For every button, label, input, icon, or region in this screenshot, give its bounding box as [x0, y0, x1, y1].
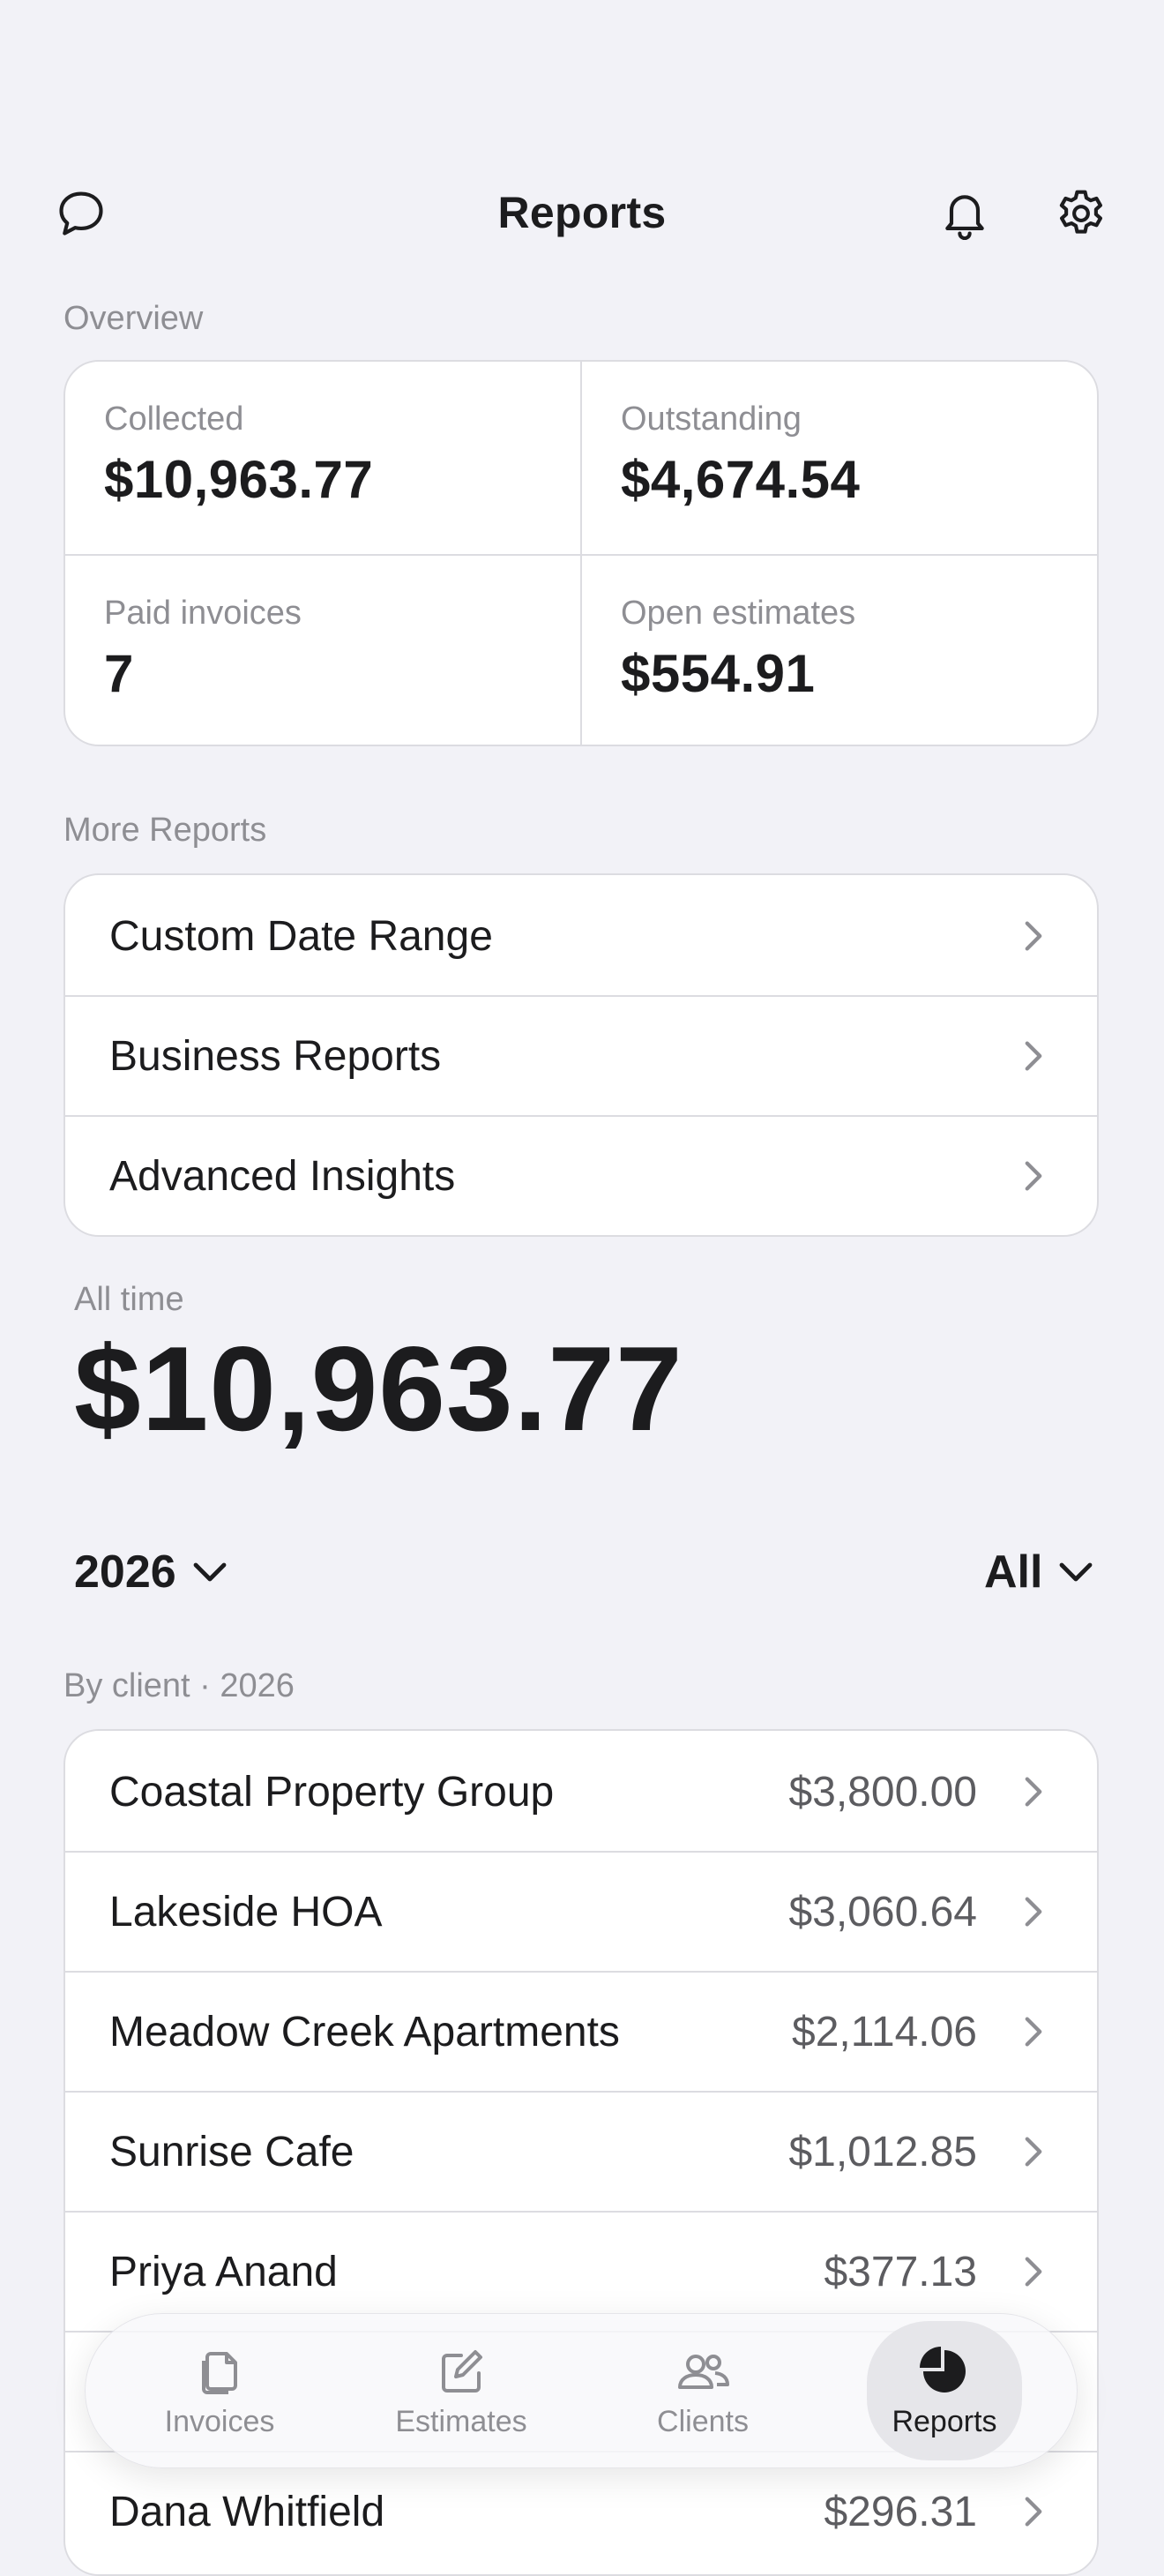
year-picker-label: 2026: [74, 1546, 176, 1598]
overview-section-label: Overview: [63, 300, 204, 337]
tab-estimates[interactable]: Estimates: [373, 2321, 549, 2460]
by-client-section-label: By client · 2026: [63, 1667, 295, 1704]
chevron-right-icon: [1016, 2254, 1051, 2289]
report-item-business-reports[interactable]: Business Reports: [65, 997, 1097, 1115]
report-item-advanced-insights[interactable]: Advanced Insights: [65, 1117, 1097, 1235]
client-amount: $2,114.06: [792, 2008, 977, 2056]
overview-card: Collected $10,963.77 Outstanding $4,674.…: [63, 360, 1099, 746]
stat-label: Collected: [104, 401, 244, 438]
chevron-right-icon: [1016, 2134, 1051, 2169]
client-name: Coastal Property Group: [109, 1768, 555, 1816]
all-time-total: $10,963.77: [74, 1322, 683, 1456]
client-name: Priya Anand: [109, 2248, 338, 2295]
more-reports-section-label: More Reports: [63, 812, 267, 849]
stat-value: $4,674.54: [621, 450, 861, 509]
tab-bar: Invoices Estimates Clients Reports: [85, 2313, 1078, 2468]
client-amount: $377.13: [824, 2248, 977, 2295]
gear-icon[interactable]: [1053, 185, 1109, 242]
estimates-icon: [442, 2349, 482, 2393]
chevron-right-icon: [1016, 1894, 1051, 1929]
tab-label: Clients: [657, 2404, 749, 2438]
client-name: Lakeside HOA: [109, 1888, 383, 1936]
chevron-right-icon: [1016, 1774, 1051, 1809]
report-item-label: Business Reports: [109, 1032, 442, 1080]
tab-label: Invoices: [164, 2404, 275, 2438]
tab-label: Reports: [892, 2404, 997, 2438]
all-time-label: All time: [74, 1281, 184, 1318]
stat-outstanding[interactable]: Outstanding $4,674.54: [582, 362, 1097, 554]
client-amount: $3,800.00: [788, 1768, 977, 1816]
chevron-right-icon: [1016, 2014, 1051, 2049]
client-name: Meadow Creek Apartments: [109, 2008, 620, 2056]
client-row[interactable]: Lakeside HOA $3,060.64: [65, 1853, 1097, 1971]
stat-value: $554.91: [621, 644, 816, 703]
stat-value: $10,963.77: [104, 450, 374, 509]
scope-picker-label: All: [984, 1546, 1043, 1598]
client-row[interactable]: Coastal Property Group $3,800.00: [65, 1733, 1097, 1851]
stat-label: Open estimates: [621, 595, 856, 632]
chevron-right-icon: [1016, 1038, 1051, 1074]
tab-invoices[interactable]: Invoices: [131, 2321, 308, 2460]
client-row[interactable]: Dana Whitfield $296.31: [65, 2452, 1097, 2571]
chevron-down-icon: [1060, 1562, 1093, 1582]
chevron-right-icon: [1016, 918, 1051, 954]
clients-icon: [678, 2354, 729, 2389]
chevron-right-icon: [1016, 2494, 1051, 2529]
client-row[interactable]: Sunrise Cafe $1,012.85: [65, 2093, 1097, 2211]
report-item-label: Custom Date Range: [109, 912, 493, 960]
report-item-label: Advanced Insights: [109, 1152, 456, 1200]
report-item-custom-date-range[interactable]: Custom Date Range: [65, 877, 1097, 995]
tab-clients[interactable]: Clients: [615, 2321, 791, 2460]
stat-collected[interactable]: Collected $10,963.77: [65, 362, 581, 554]
tab-reports[interactable]: Reports: [867, 2321, 1022, 2460]
tab-label: Estimates: [395, 2404, 527, 2438]
scope-picker[interactable]: All: [984, 1546, 1093, 1599]
stat-paid-invoices[interactable]: Paid invoices 7: [65, 556, 581, 745]
invoices-icon: [202, 2351, 237, 2394]
stat-label: Paid invoices: [104, 595, 302, 632]
more-reports-card: Custom Date Range Business Reports Advan…: [63, 873, 1099, 1237]
reports-pie-icon: [920, 2346, 966, 2393]
client-amount: $296.31: [824, 2488, 977, 2535]
stat-value: 7: [104, 644, 134, 703]
divider: [65, 554, 1097, 556]
client-row[interactable]: Meadow Creek Apartments $2,114.06: [65, 1973, 1097, 2091]
client-amount: $1,012.85: [788, 2128, 977, 2175]
bell-icon[interactable]: [936, 185, 993, 242]
chevron-down-icon: [193, 1562, 227, 1582]
client-name: Sunrise Cafe: [109, 2128, 354, 2175]
chevron-right-icon: [1016, 1158, 1051, 1194]
year-picker[interactable]: 2026: [74, 1546, 228, 1599]
stat-label: Outstanding: [621, 401, 802, 438]
client-amount: $3,060.64: [788, 1888, 977, 1936]
stat-open-estimates[interactable]: Open estimates $554.91: [582, 556, 1097, 745]
client-name: Dana Whitfield: [109, 2488, 385, 2535]
